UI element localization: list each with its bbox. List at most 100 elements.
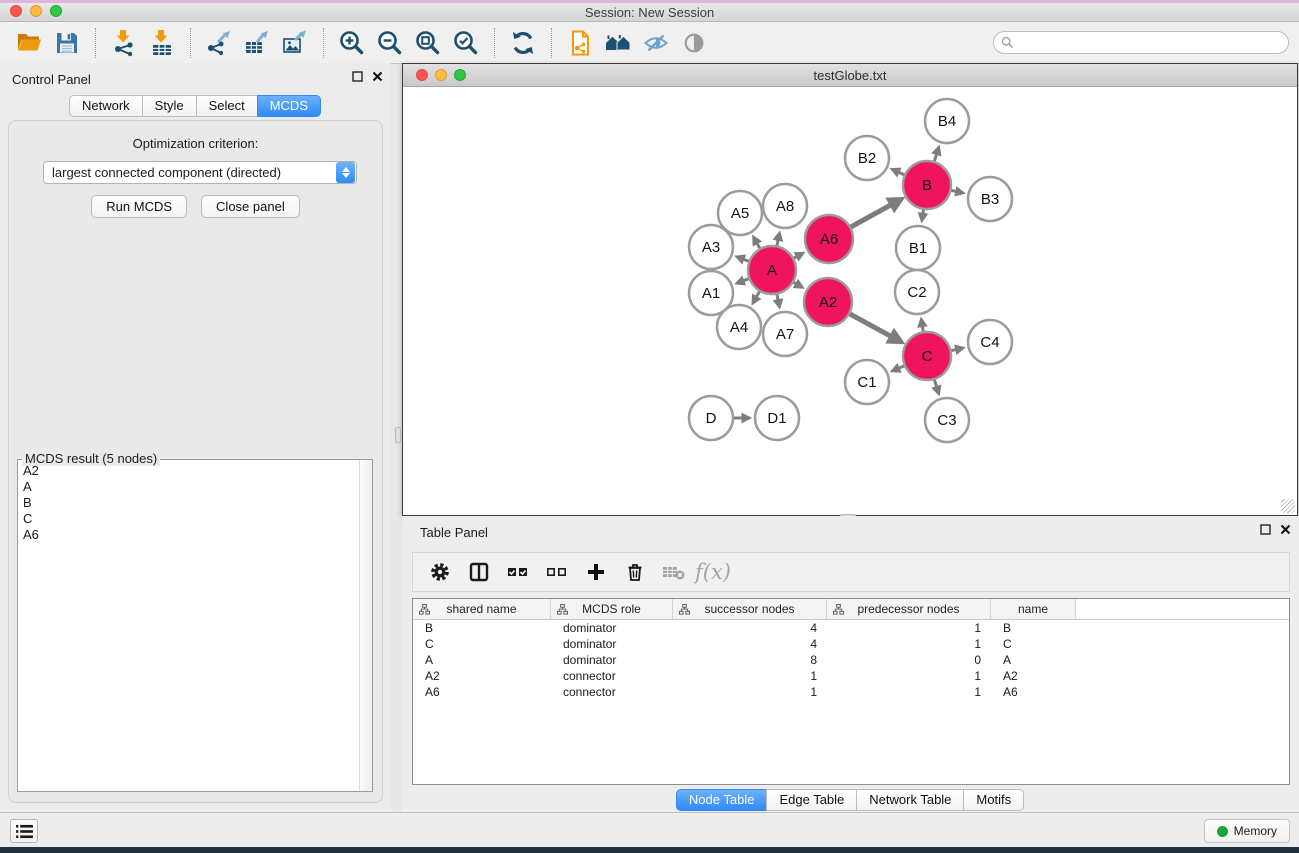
close-panel-icon[interactable] (372, 71, 383, 82)
node-A2[interactable]: A2 (804, 278, 852, 326)
tab-node-table[interactable]: Node Table (676, 789, 768, 811)
node-C3[interactable]: C3 (925, 398, 969, 442)
node-A[interactable]: A (748, 246, 796, 294)
tab-network-table[interactable]: Network Table (856, 789, 964, 811)
settings-gear-icon[interactable] (423, 556, 457, 588)
cell-predecessor-nodes[interactable]: 1 (827, 636, 991, 652)
cell-MCDS-role[interactable]: connector (551, 684, 673, 700)
table-row[interactable]: Bdominator41B (413, 620, 1289, 636)
tab-mcds[interactable]: MCDS (257, 95, 321, 117)
resize-grip-icon[interactable] (1281, 499, 1295, 513)
export-network-icon[interactable] (200, 26, 238, 60)
node-C[interactable]: C (903, 332, 951, 380)
float-panel-icon[interactable] (352, 71, 363, 82)
node-B[interactable]: B (903, 161, 951, 209)
float-table-panel-icon[interactable] (1260, 524, 1271, 535)
node-C1[interactable]: C1 (845, 360, 889, 404)
memory-button[interactable]: Memory (1204, 819, 1290, 843)
cell-MCDS-role[interactable]: connector (551, 668, 673, 684)
cell-name[interactable]: B (991, 620, 1076, 636)
cell-predecessor-nodes[interactable]: 1 (827, 620, 991, 636)
mcds-result-scrollbar[interactable] (359, 460, 372, 791)
cell-shared-name[interactable]: C (413, 636, 551, 652)
add-column-icon[interactable] (579, 556, 613, 588)
column-header-name[interactable]: name (991, 599, 1076, 619)
zoom-fit-icon[interactable] (409, 26, 447, 60)
deselect-all-icon[interactable] (540, 556, 574, 588)
mcds-result-item[interactable]: C (19, 511, 358, 527)
tab-style[interactable]: Style (142, 95, 197, 117)
cell-successor-nodes[interactable]: 4 (673, 620, 827, 636)
open-file-icon[interactable] (10, 26, 48, 60)
cell-shared-name[interactable]: A (413, 652, 551, 668)
cell-successor-nodes[interactable]: 1 (673, 684, 827, 700)
node-D1[interactable]: D1 (755, 396, 799, 440)
node-B2[interactable]: B2 (845, 136, 889, 180)
node-C4[interactable]: C4 (968, 320, 1012, 364)
node-B1[interactable]: B1 (896, 226, 940, 270)
cell-predecessor-nodes[interactable]: 1 (827, 668, 991, 684)
cell-name[interactable]: A2 (991, 668, 1076, 684)
column-header-predecessor-nodes[interactable]: predecessor nodes (827, 599, 991, 619)
node-B3[interactable]: B3 (968, 177, 1012, 221)
node-B4[interactable]: B4 (925, 99, 969, 143)
mcds-result-item[interactable]: A6 (19, 527, 358, 543)
zoom-out-icon[interactable] (371, 26, 409, 60)
cell-shared-name[interactable]: B (413, 620, 551, 636)
task-history-button[interactable] (10, 819, 38, 843)
copy-document-icon[interactable] (561, 26, 599, 60)
cell-predecessor-nodes[interactable]: 1 (827, 684, 991, 700)
cell-shared-name[interactable]: A6 (413, 684, 551, 700)
table-row[interactable]: Adominator80A (413, 652, 1289, 668)
split-columns-icon[interactable] (462, 556, 496, 588)
optimization-criterion-dropdown[interactable]: largest connected component (directed) (43, 161, 357, 184)
network-canvas[interactable]: B4B2BB3B1A5A8A6A3AA1C2A2A4A7CC1C4C3DD1 (403, 87, 1297, 515)
close-table-panel-icon[interactable] (1280, 524, 1291, 535)
column-header-successor-nodes[interactable]: successor nodes (673, 599, 827, 619)
cell-name[interactable]: C (991, 636, 1076, 652)
node-A4[interactable]: A4 (717, 305, 761, 349)
cell-name[interactable]: A6 (991, 684, 1076, 700)
select-all-icon[interactable] (501, 556, 535, 588)
export-table-icon[interactable] (238, 26, 276, 60)
cell-name[interactable]: A (991, 652, 1076, 668)
import-table-icon[interactable] (143, 26, 181, 60)
table-row[interactable]: Cdominator41C (413, 636, 1289, 652)
show-eye-icon[interactable] (675, 26, 713, 60)
hide-eye-slash-icon[interactable] (637, 26, 675, 60)
zoom-selected-icon[interactable] (447, 26, 485, 60)
column-header-MCDS-role[interactable]: MCDS role (551, 599, 673, 619)
column-header-shared-name[interactable]: shared name (413, 599, 551, 619)
export-image-icon[interactable] (276, 26, 314, 60)
cell-successor-nodes[interactable]: 4 (673, 636, 827, 652)
refresh-icon[interactable] (504, 26, 542, 60)
zoom-in-icon[interactable] (333, 26, 371, 60)
houses-icon[interactable] (599, 26, 637, 60)
cell-shared-name[interactable]: A2 (413, 668, 551, 684)
search-field[interactable] (993, 31, 1289, 54)
cell-predecessor-nodes[interactable]: 0 (827, 652, 991, 668)
tab-network[interactable]: Network (69, 95, 143, 117)
delete-column-icon[interactable] (618, 556, 652, 588)
cell-MCDS-role[interactable]: dominator (551, 652, 673, 668)
cell-successor-nodes[interactable]: 8 (673, 652, 827, 668)
table-row[interactable]: A6connector11A6 (413, 684, 1289, 700)
save-session-icon[interactable] (48, 26, 86, 60)
cell-MCDS-role[interactable]: dominator (551, 636, 673, 652)
table-row[interactable]: A2connector11A2 (413, 668, 1289, 684)
mcds-result-item[interactable]: A (19, 479, 358, 495)
network-window-titlebar[interactable]: testGlobe.txt (403, 64, 1297, 87)
run-mcds-button[interactable]: Run MCDS (91, 195, 187, 218)
node-C2[interactable]: C2 (895, 270, 939, 314)
node-A8[interactable]: A8 (763, 184, 807, 228)
tab-select[interactable]: Select (196, 95, 258, 117)
vertical-splitter-handle[interactable] (395, 427, 401, 443)
close-panel-button[interactable]: Close panel (201, 195, 300, 218)
mcds-result-item[interactable]: A2 (19, 463, 358, 479)
node-D[interactable]: D (689, 396, 733, 440)
node-A7[interactable]: A7 (763, 312, 807, 356)
tab-edge-table[interactable]: Edge Table (766, 789, 857, 811)
mcds-result-item[interactable]: B (19, 495, 358, 511)
tab-motifs[interactable]: Motifs (963, 789, 1024, 811)
cell-successor-nodes[interactable]: 1 (673, 668, 827, 684)
